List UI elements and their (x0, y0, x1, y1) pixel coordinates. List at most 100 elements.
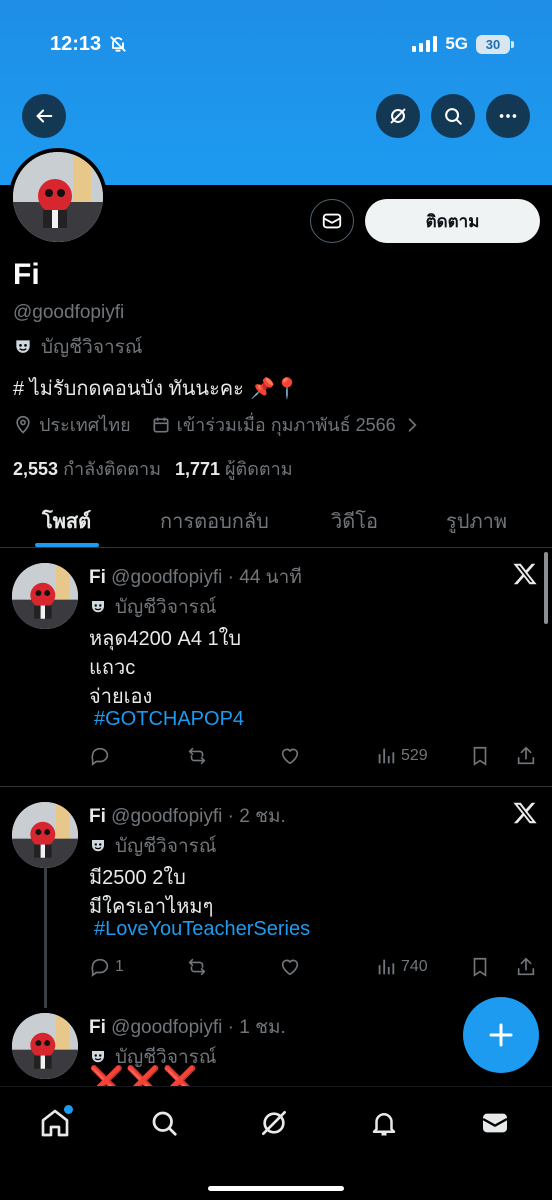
account-type-label: บัญชีวิจารณ์ (115, 597, 217, 618)
heart-icon (281, 748, 299, 765)
post-avatar[interactable] (12, 1013, 78, 1079)
pin-emoji: 📌📍 (249, 377, 300, 400)
compose-button[interactable] (463, 997, 539, 1073)
bio-text: # ไม่รับกดคอนบัง ทันนะคะ (13, 378, 244, 400)
nav-home[interactable] (37, 1105, 73, 1141)
bookmark-button[interactable] (469, 745, 491, 767)
post-meta: @goodfopiyfi · 44 นาที (111, 567, 302, 588)
post-author-name[interactable]: Fi (89, 806, 106, 827)
back-button[interactable] (22, 94, 66, 138)
share-button[interactable] (515, 956, 537, 978)
share-icon (517, 746, 535, 765)
bell-icon (372, 1113, 396, 1136)
avatar-image (12, 802, 78, 868)
post-author-name[interactable]: Fi (89, 567, 106, 588)
post-account-type: บัญชีวิจารณ์ (89, 831, 216, 861)
bookmark-icon (473, 746, 487, 766)
theater-mask-icon (92, 840, 104, 852)
reply-button[interactable] (89, 745, 115, 767)
views-icon (378, 959, 395, 975)
share-button[interactable] (515, 745, 537, 767)
post-avatar[interactable] (12, 563, 78, 629)
views-icon (378, 748, 395, 764)
views-button[interactable]: 740 (375, 956, 428, 978)
envelope-icon (322, 213, 342, 229)
chevron-right-icon[interactable] (402, 415, 422, 435)
profile-avatar[interactable] (9, 148, 107, 246)
calendar-icon (153, 417, 169, 432)
nav-grok[interactable] (256, 1105, 292, 1141)
avatar-image (12, 1013, 78, 1079)
bookmark-button[interactable] (469, 956, 491, 978)
share-icon (517, 957, 535, 976)
more-button[interactable] (486, 94, 530, 138)
message-button[interactable] (310, 199, 354, 243)
follow-button[interactable]: ติดตาม (365, 199, 540, 243)
avatar-image (12, 563, 78, 629)
post-header: Fi @goodfopiyfi · 1 ชม. (89, 1012, 286, 1042)
battery-icon: 30 (476, 34, 514, 54)
nav-notifications[interactable] (366, 1105, 402, 1141)
post-text-line: แถวc (89, 657, 136, 679)
post-hashtag[interactable]: #LoveYouTeacherSeries (94, 918, 310, 941)
status-time: 12:13 (50, 33, 102, 55)
follow-stats: 2,553 กำลังติดตาม 1,771 ผู้ติดตาม (13, 454, 293, 483)
repost-icon (188, 747, 206, 765)
signal-icon (412, 36, 438, 52)
followers-stat[interactable]: 1,771 ผู้ติดตาม (175, 454, 293, 483)
like-button[interactable] (279, 745, 301, 767)
profile-meta: ประเทศไทย เข้าร่วมเมื่อ กุมภาพันธ์ 2566 (13, 410, 422, 439)
grok-icon (390, 108, 406, 124)
account-type-label: บัญชีวิจารณ์ (41, 337, 143, 358)
profile-name: Fi (13, 258, 40, 291)
post-avatar[interactable] (12, 802, 78, 868)
x-logo-icon[interactable] (512, 800, 538, 826)
tab-replies[interactable]: การตอบกลับ (160, 505, 269, 537)
like-button[interactable] (279, 956, 301, 978)
reply-count: 1 (115, 958, 124, 975)
avatar-image (13, 152, 103, 242)
repost-button[interactable] (186, 956, 208, 978)
theater-mask-icon (16, 340, 30, 353)
views-button[interactable]: 529 (375, 745, 428, 767)
post-header: Fi @goodfopiyfi · 2 ชม. (89, 801, 286, 831)
tab-videos[interactable]: วิดีโอ (331, 505, 378, 537)
search-icon (445, 108, 462, 125)
post-text-line: หลุด4200 A4 1ใบ (89, 628, 242, 650)
profile-handle: @goodfopiyfi (13, 302, 125, 323)
bottom-nav (0, 1086, 552, 1200)
thread-line (44, 868, 47, 1008)
grok-button[interactable] (376, 94, 420, 138)
heart-icon (281, 959, 299, 976)
post-hashtag[interactable]: #GOTCHAPOP4 (94, 708, 244, 731)
account-type: บัญชีวิจารณ์ (13, 332, 142, 362)
views-count: 529 (401, 747, 428, 764)
bell-muted-icon (110, 36, 126, 52)
x-logo-icon[interactable] (512, 561, 538, 587)
nav-messages[interactable] (477, 1105, 513, 1141)
repost-button[interactable] (186, 745, 208, 767)
profile-tabs: โพสต์ การตอบกลับ วิดีโอ รูปภาพ (0, 488, 552, 548)
bookmark-icon (473, 957, 487, 977)
views-count: 740 (401, 958, 428, 975)
post-meta: @goodfopiyfi · 1 ชม. (111, 1017, 286, 1038)
tab-photos[interactable]: รูปภาพ (446, 505, 507, 537)
post-actions: 529 (89, 745, 544, 771)
reply-icon (91, 747, 109, 766)
reply-button[interactable]: 1 (89, 956, 124, 978)
nav-search[interactable] (146, 1105, 182, 1141)
account-type-label: บัญชีวิจารณ์ (115, 836, 217, 857)
scrollbar[interactable] (544, 552, 548, 624)
joined-label: เข้าร่วมเมื่อ กุมภาพันธ์ 2566 (176, 415, 396, 435)
home-indicator (208, 1186, 344, 1191)
status-indicators: 5G 30 (412, 34, 514, 54)
plus-icon (489, 1023, 513, 1047)
search-button[interactable] (431, 94, 475, 138)
following-stat[interactable]: 2,553 กำลังติดตาม (13, 454, 161, 483)
envelope-icon (482, 1113, 508, 1133)
post-meta: @goodfopiyfi · 2 ชม. (111, 806, 286, 827)
active-tab-indicator (35, 543, 99, 547)
post-author-name[interactable]: Fi (89, 1017, 106, 1038)
more-icon (499, 114, 517, 118)
tab-posts[interactable]: โพสต์ (42, 505, 91, 537)
